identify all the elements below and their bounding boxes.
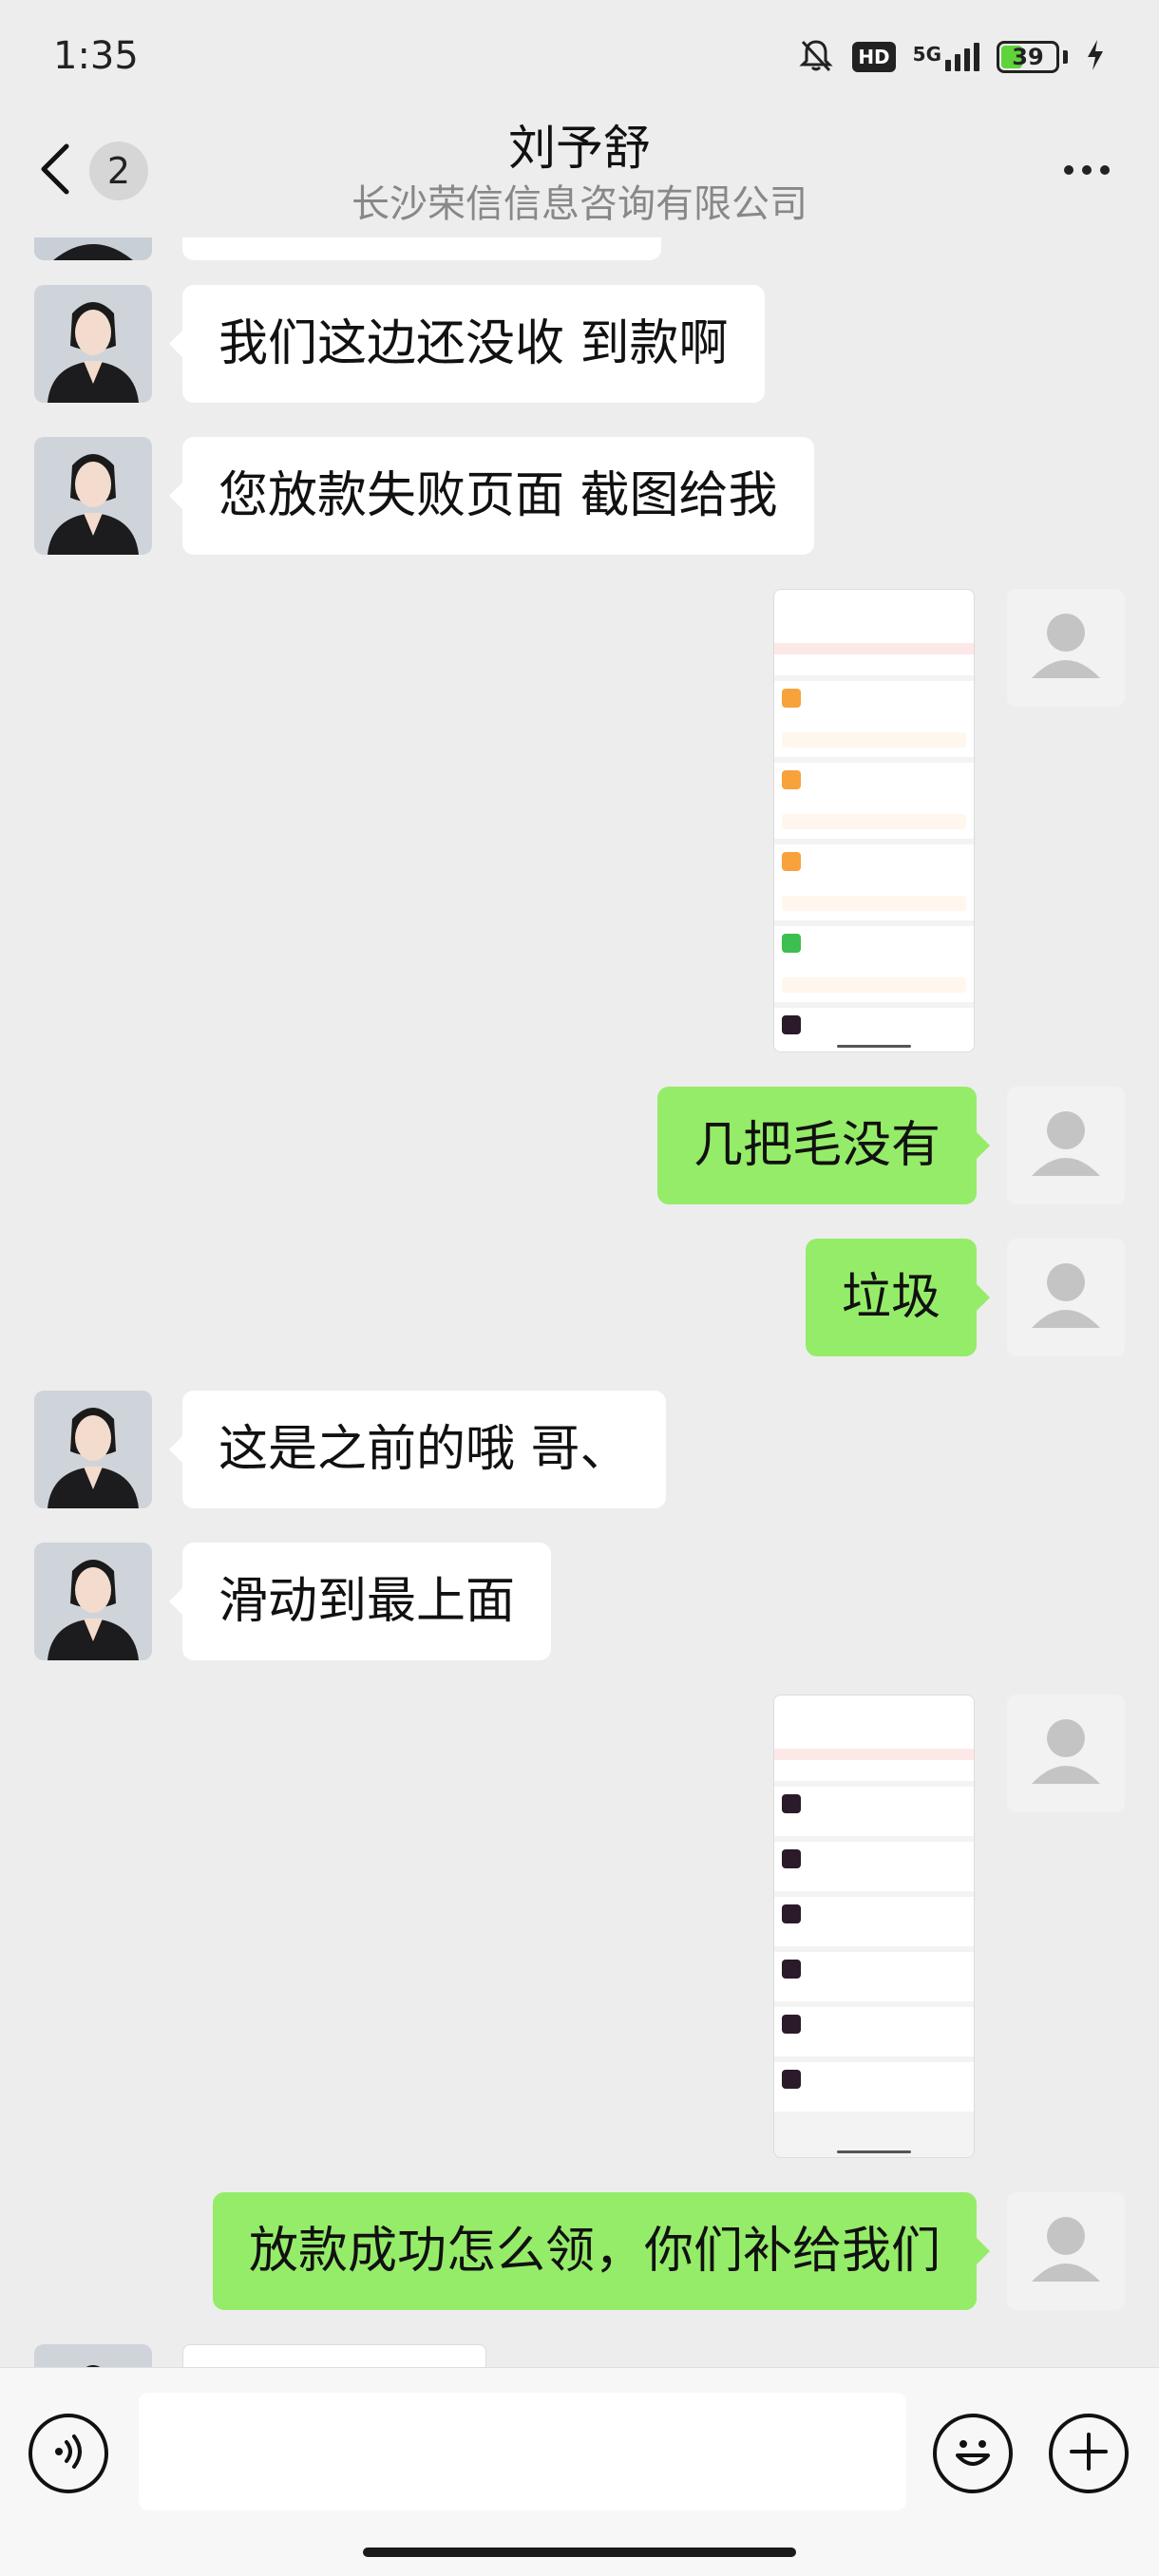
input-bar (0, 2367, 1159, 2576)
message-row: 这是之前的哦 哥、 (0, 1391, 1159, 1508)
outgoing-message[interactable]: 几把毛没有 (656, 1087, 991, 1204)
image-message-partial[interactable] (182, 2344, 486, 2367)
more-actions-button[interactable] (1049, 2414, 1129, 2493)
battery-icon: 39 (997, 41, 1059, 73)
my-avatar[interactable] (1007, 1087, 1125, 1204)
my-avatar[interactable] (1007, 1239, 1125, 1356)
status-icons: HD 5G 39 (797, 34, 1106, 80)
emoji-button[interactable] (933, 2414, 1013, 2493)
chat-title: 刘予舒 (508, 121, 651, 176)
incoming-message[interactable]: 您放款失败页面 截图给我 (169, 437, 814, 555)
my-avatar[interactable] (1007, 589, 1125, 707)
my-avatar[interactable] (1007, 1695, 1125, 1812)
message-row: 几把毛没有 (0, 1087, 1159, 1204)
message-bubble-partial[interactable] (182, 237, 661, 260)
message-row: 放款成功怎么领，你们补给我们 (0, 2192, 1159, 2310)
message-row-partial (0, 2344, 1159, 2367)
more-options-button[interactable] (1049, 137, 1125, 203)
signal-icon: 5G (913, 43, 979, 71)
message-row: 垃圾 (0, 1239, 1159, 1356)
message-row: 滑动到最上面 (0, 1543, 1159, 1660)
contact-avatar[interactable] (34, 1391, 152, 1508)
bell-off-icon (797, 36, 835, 78)
bolt-icon (1085, 38, 1106, 76)
image-message[interactable] (773, 1695, 975, 2158)
emoji-icon (944, 2423, 1001, 2484)
voice-icon (48, 2431, 89, 2476)
contact-avatar[interactable] (34, 1543, 152, 1660)
chat-subtitle: 长沙荣信信息咨询有限公司 (352, 182, 808, 226)
plus-icon (1064, 2427, 1113, 2480)
outgoing-message[interactable]: 垃圾 (805, 1239, 991, 1356)
contact-avatar[interactable] (34, 285, 152, 403)
incoming-message[interactable]: 我们这边还没收 到款啊 (169, 285, 765, 403)
message-row (0, 1695, 1159, 2158)
my-avatar[interactable] (1007, 2192, 1125, 2310)
incoming-message[interactable]: 这是之前的哦 哥、 (169, 1391, 666, 1508)
message-row: ​ (0, 589, 1159, 1052)
more-dots-icon (1064, 165, 1074, 175)
incoming-message[interactable]: 滑动到最上面 (168, 1543, 552, 1660)
message-row: 您放款失败页面 截图给我 (0, 437, 1159, 555)
status-time: 1:35 (53, 34, 139, 78)
message-list[interactable]: 我们这边还没收 到款啊 您放款失败页面 截图给我 ​ (0, 237, 1159, 2367)
hd-badge: HD (852, 42, 896, 72)
contact-avatar[interactable] (34, 437, 152, 555)
network-label: 5G (912, 43, 941, 66)
status-bar: 1:35 HD 5G 39 (0, 0, 1159, 104)
outgoing-message[interactable]: 放款成功怎么领，你们补给我们 (212, 2192, 991, 2310)
message-row-partial (0, 237, 1159, 260)
image-message[interactable]: ​ (773, 589, 975, 1052)
contact-avatar[interactable] (34, 2344, 152, 2367)
home-indicator[interactable] (363, 2548, 796, 2557)
message-input[interactable] (139, 2393, 906, 2510)
chat-header: 2 刘予舒 长沙荣信信息咨询有限公司 (0, 104, 1159, 237)
contact-avatar[interactable] (34, 237, 152, 260)
message-row: 我们这边还没收 到款啊 (0, 285, 1159, 403)
voice-button[interactable] (28, 2414, 108, 2493)
battery-level: 39 (1012, 44, 1044, 70)
